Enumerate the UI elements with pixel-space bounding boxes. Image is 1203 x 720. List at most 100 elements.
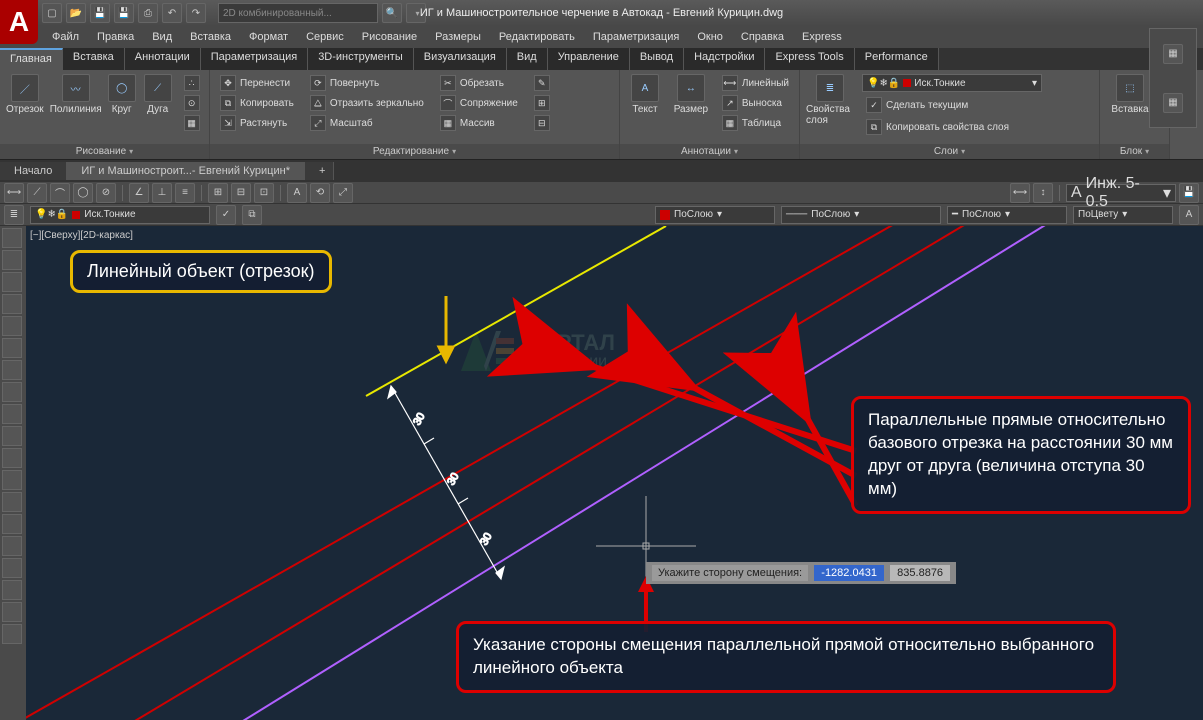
tb-dim1[interactable]: ⟷ (4, 183, 24, 203)
mod-extra2[interactable]: ⊞ (530, 94, 554, 112)
tb-dim3[interactable]: ⌒ (50, 183, 70, 203)
vt-text[interactable] (2, 624, 22, 644)
prop-btn1[interactable]: ≣ (4, 205, 24, 225)
plotstyle-dropdown[interactable]: ПоЦвету▾ (1073, 206, 1173, 224)
menu-parametric[interactable]: Параметризация (585, 29, 687, 45)
prop-btn4[interactable]: A (1179, 205, 1199, 225)
leader-button[interactable]: ↗Выноска (718, 94, 793, 112)
menu-insert[interactable]: Вставка (182, 29, 239, 45)
arc-button[interactable]: ⟋Дуга (144, 74, 172, 115)
menu-view[interactable]: Вид (144, 29, 180, 45)
vt-table[interactable] (2, 580, 22, 600)
search-icon[interactable]: 🔍 (382, 3, 402, 23)
vt-hatch[interactable] (2, 514, 22, 534)
panel-icon2[interactable]: ▦ (1163, 93, 1183, 113)
panel-icon[interactable]: ▦ (1163, 44, 1183, 64)
tab-addins[interactable]: Надстройки (684, 48, 765, 70)
tb-dimstyle-save[interactable]: 💾 (1179, 183, 1199, 203)
draw-extra3[interactable]: ▦ (180, 114, 204, 132)
tab-insert[interactable]: Вставка (63, 48, 125, 70)
tab-performance[interactable]: Performance (855, 48, 939, 70)
line-button[interactable]: ／Отрезок (6, 74, 44, 115)
vt-point[interactable] (2, 492, 22, 512)
fillet-button[interactable]: ⌒Сопряжение (436, 94, 522, 112)
tb-dim16[interactable]: ↕ (1033, 183, 1053, 203)
tb-dim9[interactable]: ⊞ (208, 183, 228, 203)
tb-dim14[interactable]: ⤢ (333, 183, 353, 203)
rotate-button[interactable]: ⟳Повернуть (306, 74, 428, 92)
tb-dim10[interactable]: ⊟ (231, 183, 251, 203)
mirror-button[interactable]: ⧋Отразить зеркально (306, 94, 428, 112)
layer-props-button[interactable]: ≣Свойства слоя (806, 74, 854, 126)
menu-dimension[interactable]: Размеры (427, 29, 489, 45)
menu-help[interactable]: Справка (733, 29, 792, 45)
tb-dim12[interactable]: A (287, 183, 307, 203)
mod-extra1[interactable]: ✎ (530, 74, 554, 92)
tb-dim2[interactable]: ⟋ (27, 183, 47, 203)
prop-btn2[interactable]: ✓ (216, 205, 236, 225)
doc-tab-start[interactable]: Начало (0, 162, 67, 180)
vt-rect[interactable] (2, 316, 22, 336)
menu-draw[interactable]: Рисование (354, 29, 425, 45)
tab-manage[interactable]: Управление (548, 48, 630, 70)
dimension-button[interactable]: ↔Размер (672, 74, 710, 115)
array-button[interactable]: ▦Массив (436, 114, 522, 132)
vt-polygon[interactable] (2, 294, 22, 314)
copy-layer-props-button[interactable]: ⧉Копировать свойства слоя (862, 118, 1042, 136)
doc-tab-add[interactable]: + (305, 162, 334, 180)
color-dropdown[interactable]: ПоСлою▾ (655, 206, 775, 224)
tb-dim15[interactable]: ⟷ (1010, 183, 1030, 203)
tb-dim5[interactable]: ⊘ (96, 183, 116, 203)
panel-modify-caption[interactable]: Редактирование (210, 144, 619, 159)
vt-pline[interactable] (2, 272, 22, 292)
vt-region[interactable] (2, 558, 22, 578)
tab-visualize[interactable]: Визуализация (414, 48, 507, 70)
linetype-dropdown[interactable]: ───ПоСлою▾ (781, 206, 941, 224)
linear-dim-button[interactable]: ⟷Линейный (718, 74, 793, 92)
dynamic-x[interactable]: -1282.0431 (814, 565, 884, 581)
move-button[interactable]: ✥Перенести (216, 74, 298, 92)
make-current-button[interactable]: ✓Сделать текущим (862, 96, 1042, 114)
menu-edit[interactable]: Правка (89, 29, 142, 45)
tab-parametric[interactable]: Параметризация (201, 48, 308, 70)
dynamic-input[interactable]: Укажите сторону смещения: -1282.0431 835… (646, 562, 956, 584)
menu-tools[interactable]: Сервис (298, 29, 352, 45)
drawing-viewport[interactable]: [−][Сверху][2D-каркас] ПОРТАЛо черчении (26, 226, 1203, 720)
mod-extra3[interactable]: ⊟ (530, 114, 554, 132)
copy-button[interactable]: ⧉Копировать (216, 94, 298, 112)
menu-modify[interactable]: Редактировать (491, 29, 583, 45)
insert-block-button[interactable]: ⬚Вставка (1106, 74, 1154, 115)
vt-mtext[interactable] (2, 602, 22, 622)
menu-window[interactable]: Окно (689, 29, 731, 45)
app-logo[interactable]: A (0, 0, 38, 44)
tab-express[interactable]: Express Tools (765, 48, 854, 70)
redo-icon[interactable]: ↷ (186, 3, 206, 23)
tb-dim11[interactable]: ⊡ (254, 183, 274, 203)
vt-ellipsearc[interactable] (2, 426, 22, 446)
panel-layers-caption[interactable]: Слои (800, 144, 1099, 159)
vt-arc[interactable] (2, 338, 22, 358)
dimstyle-dropdown[interactable]: AИнж. 5-0.5▾ (1066, 184, 1176, 202)
trim-button[interactable]: ✂Обрезать (436, 74, 522, 92)
save-icon[interactable]: 💾 (90, 3, 110, 23)
stretch-button[interactable]: ⇲Растянуть (216, 114, 298, 132)
text-button[interactable]: AТекст (626, 74, 664, 115)
tab-3d[interactable]: 3D-инструменты (308, 48, 414, 70)
vt-xline[interactable] (2, 250, 22, 270)
vt-circle[interactable] (2, 360, 22, 380)
tb-dim6[interactable]: ∠ (129, 183, 149, 203)
scale-button[interactable]: ⤢Масштаб (306, 114, 428, 132)
tb-dim13[interactable]: ⟲ (310, 183, 330, 203)
undo-icon[interactable]: ↶ (162, 3, 182, 23)
panel-annot-caption[interactable]: Аннотации (620, 144, 799, 159)
tb-dim4[interactable]: ◯ (73, 183, 93, 203)
collapsed-panel[interactable]: ▦ ▦ (1149, 28, 1197, 128)
circle-button[interactable]: ◯Круг (108, 74, 136, 115)
draw-extra1[interactable]: ∴ (180, 74, 204, 92)
panel-draw-caption[interactable]: Рисование (0, 144, 209, 159)
saveas-icon[interactable]: 💾 (114, 3, 134, 23)
new-icon[interactable]: ▢ (42, 3, 62, 23)
search-input[interactable]: 2D комбинированный... (218, 3, 378, 23)
dynamic-y[interactable]: 835.8876 (890, 565, 950, 581)
table-button[interactable]: ▦Таблица (718, 114, 793, 132)
